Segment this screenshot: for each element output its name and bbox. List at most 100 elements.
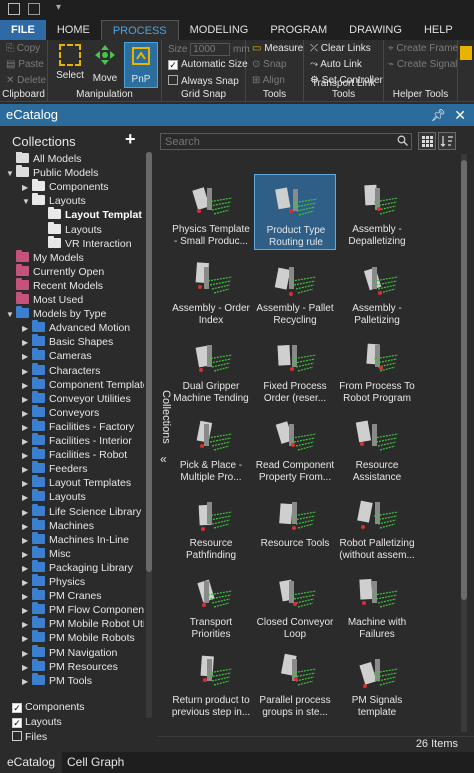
- tree-item[interactable]: ▶ Facilities - Robot: [22, 447, 127, 463]
- collapsed-arrow-icon[interactable]: ▶: [22, 379, 32, 393]
- grid-view-button[interactable]: [418, 132, 436, 150]
- tree-item[interactable]: ▶ Facilities - Factory: [22, 418, 134, 435]
- grid-size-field[interactable]: Size 1000 mm: [168, 43, 250, 56]
- tab-file[interactable]: FILE: [0, 20, 46, 40]
- tree-item[interactable]: ▶ PM Mobile Robot Uti: [22, 616, 144, 631]
- save-icon[interactable]: [28, 3, 40, 15]
- catalog-item[interactable]: Machine with Failures: [336, 567, 418, 643]
- tab-drawing[interactable]: DRAWING: [338, 20, 413, 40]
- collapsed-arrow-icon[interactable]: ▶: [22, 477, 32, 491]
- tab-ecatalog[interactable]: eCatalog: [0, 752, 63, 773]
- tab-cell-graph[interactable]: Cell Graph: [60, 752, 131, 773]
- collapsed-arrow-icon[interactable]: ▶: [22, 604, 32, 618]
- catalog-item[interactable]: Product Type Routing rule: [254, 174, 336, 250]
- filter-checkbox[interactable]: Files: [12, 730, 85, 745]
- collapsed-arrow-icon[interactable]: ▶: [22, 336, 32, 350]
- tree-item[interactable]: Layout Templat: [38, 207, 142, 222]
- auto-link-button[interactable]: ⤳ Auto Link: [310, 59, 362, 70]
- catalog-item[interactable]: Dual Gripper Machine Tending: [170, 331, 252, 407]
- catalog-item[interactable]: Read Component Property From...: [254, 410, 336, 486]
- tree-item[interactable]: ▼ Layouts: [22, 193, 86, 208]
- collapsed-arrow-icon[interactable]: ▶: [22, 520, 32, 534]
- collapsed-arrow-icon[interactable]: ▶: [22, 675, 32, 689]
- tree-item[interactable]: ▶ Feeders: [22, 461, 88, 477]
- tab-modeling[interactable]: MODELING: [179, 20, 260, 40]
- catalog-item[interactable]: Assembly - Palletizing: [336, 253, 418, 329]
- tree-item[interactable]: My Models: [6, 249, 84, 265]
- tree-item[interactable]: ▶ Layout Templates: [22, 475, 131, 491]
- catalog-item[interactable]: Parallel process groups in ste...: [254, 645, 336, 721]
- catalog-item[interactable]: Resource Assistance: [336, 410, 418, 486]
- align-button[interactable]: ⊞ Align: [252, 75, 285, 86]
- collapsed-arrow-icon[interactable]: ▶: [22, 449, 32, 463]
- tree-item[interactable]: ▶ Cameras: [22, 348, 92, 364]
- collapsed-arrow-icon[interactable]: ▶: [22, 491, 32, 505]
- automatic-size-checkbox[interactable]: ✓ Automatic Size: [168, 59, 248, 70]
- filter-checkbox[interactable]: ✓ Components: [12, 700, 85, 715]
- catalog-item[interactable]: Transport Priorities: [170, 567, 252, 643]
- close-icon[interactable]: ✕: [454, 104, 466, 126]
- collapsed-arrow-icon[interactable]: ▶: [22, 506, 32, 520]
- collections-scrollbar[interactable]: [146, 152, 152, 718]
- catalog-scrollbar[interactable]: [461, 154, 467, 732]
- create-frame-button[interactable]: ⌖ Create Frame: [388, 43, 458, 54]
- sort-button[interactable]: [438, 132, 456, 150]
- catalog-item[interactable]: From Process To Robot Program: [336, 331, 418, 407]
- overflow-icon[interactable]: [460, 46, 472, 60]
- tree-item[interactable]: ▶ PM Navigation: [22, 644, 117, 660]
- catalog-item[interactable]: Robot Palletizing (without assem...: [336, 488, 418, 564]
- measure-button[interactable]: ▭ Measure: [252, 43, 303, 54]
- catalog-item[interactable]: Resource Pathfinding: [170, 488, 252, 564]
- collapsed-arrow-icon[interactable]: ▶: [22, 548, 32, 562]
- tab-home[interactable]: HOME: [46, 20, 101, 40]
- tab-process[interactable]: PROCESS: [100, 20, 179, 40]
- collapsed-arrow-icon[interactable]: ▶: [22, 463, 32, 477]
- catalog-item[interactable]: Assembly - Order Index: [170, 253, 252, 329]
- collapsed-arrow-icon[interactable]: ▶: [22, 407, 32, 421]
- scrollbar-thumb[interactable]: [146, 152, 152, 572]
- tree-item[interactable]: ▶ Facilities - Interior: [22, 433, 132, 449]
- tree-item[interactable]: ▶ Packaging Library: [22, 559, 133, 575]
- collapsed-arrow-icon[interactable]: ▶: [22, 421, 32, 435]
- collapsed-arrow-icon[interactable]: ▶: [22, 350, 32, 364]
- tree-item[interactable]: ▶ Misc: [22, 545, 71, 562]
- collapsed-arrow-icon[interactable]: ▶: [22, 322, 32, 336]
- collapsed-arrow-icon[interactable]: ▶: [22, 393, 32, 407]
- quick-access-dropdown-icon[interactable]: ▾: [56, 2, 61, 13]
- tree-item[interactable]: Layouts: [38, 221, 102, 237]
- tree-item[interactable]: ▶ Machines In-Line: [22, 531, 129, 547]
- tree-item[interactable]: ▶ Advanced Motion: [22, 320, 130, 336]
- catalog-item[interactable]: Resource Tools: [254, 488, 336, 564]
- snap-button[interactable]: ⊙ Snap: [252, 59, 287, 70]
- catalog-scrollbar-thumb[interactable]: [461, 160, 467, 600]
- search-box[interactable]: [160, 133, 412, 150]
- collapsed-arrow-icon[interactable]: ▶: [22, 181, 32, 195]
- catalog-item[interactable]: Pick & Place - Multiple Pro...: [170, 410, 252, 486]
- expanded-arrow-icon[interactable]: ▼: [6, 308, 16, 322]
- collapsed-arrow-icon[interactable]: ▶: [22, 435, 32, 449]
- tree-item[interactable]: ▶ PM Cranes: [22, 588, 102, 603]
- tab-program[interactable]: PROGRAM: [259, 20, 338, 40]
- tree-item[interactable]: ▶ PM Mobile Robots: [22, 630, 135, 645]
- tree-item[interactable]: ▶ Physics: [22, 574, 85, 589]
- pnp-button[interactable]: PnP: [124, 42, 158, 88]
- tree-item[interactable]: ▶ PM Flow Component: [22, 602, 144, 618]
- delete-button[interactable]: ✕ Delete: [6, 75, 46, 86]
- filter-checkbox[interactable]: ✓ Layouts: [12, 715, 85, 730]
- always-snap-checkbox[interactable]: Always Snap: [168, 75, 239, 87]
- catalog-item[interactable]: Assembly - Pallet Recycling: [254, 253, 336, 329]
- expanded-arrow-icon[interactable]: ▼: [6, 167, 16, 181]
- tree-item[interactable]: ▼ Public Models: [6, 165, 98, 181]
- tree-item[interactable]: ▶ Conveyor Utilities: [22, 390, 131, 407]
- clear-links-button[interactable]: ⤫ Clear Links: [310, 43, 371, 54]
- catalog-item[interactable]: Return product to previous step in...: [170, 645, 252, 721]
- copy-button[interactable]: ⎘ Copy: [6, 43, 40, 54]
- tree-item[interactable]: ▶ Life Science Library: [22, 503, 141, 520]
- catalog-item[interactable]: Assembly - Depalletizing: [336, 174, 418, 250]
- tree-item[interactable]: Recent Models: [6, 277, 103, 293]
- tree-item[interactable]: ▼ Models by Type: [6, 306, 106, 322]
- search-input[interactable]: [161, 134, 381, 149]
- search-icon[interactable]: [397, 135, 408, 146]
- catalog-item[interactable]: Closed Conveyor Loop: [254, 567, 336, 643]
- tree-item[interactable]: Currently Open: [6, 263, 104, 279]
